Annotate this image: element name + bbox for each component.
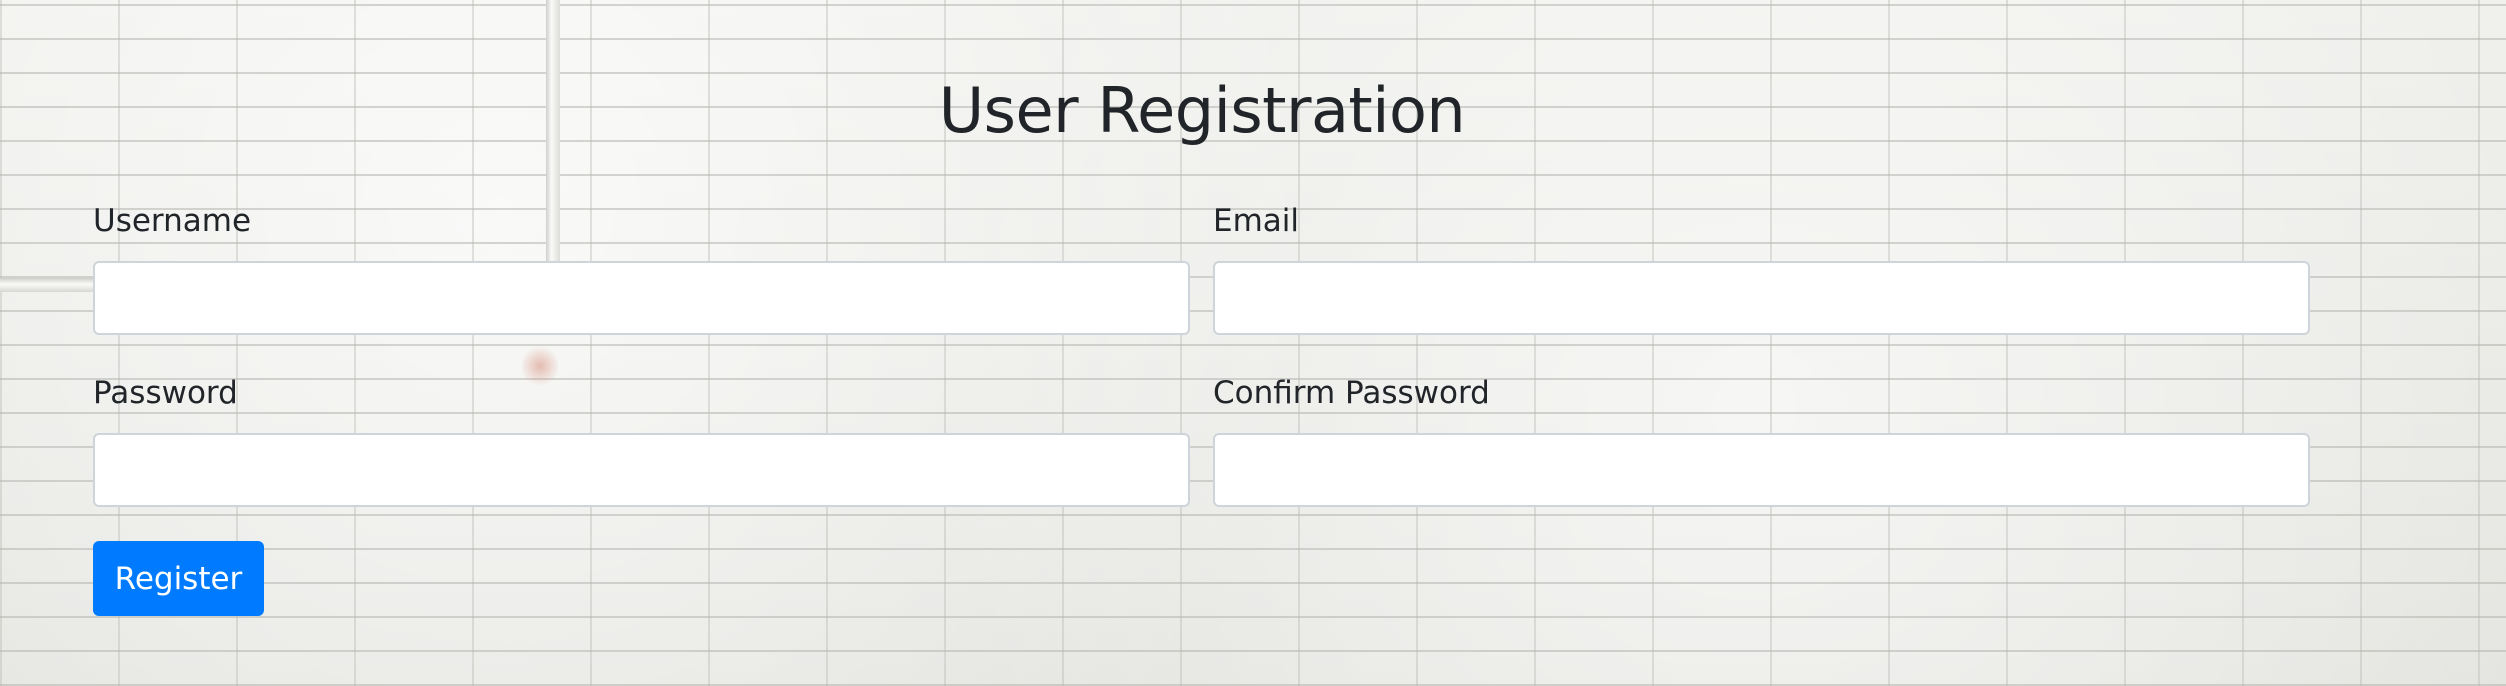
page-title: User Registration (938, 74, 1466, 147)
confirm-password-group: Confirm Password (1213, 373, 2310, 507)
background-pipe-horizontal (0, 278, 96, 292)
password-group: Password (93, 373, 1190, 507)
email-label: Email (1213, 203, 1300, 239)
confirm-password-label: Confirm Password (1213, 375, 1490, 411)
username-group: Username (93, 201, 1190, 335)
username-input[interactable] (93, 261, 1190, 335)
password-label: Password (93, 375, 238, 411)
password-input[interactable] (93, 433, 1190, 507)
confirm-password-input[interactable] (1213, 433, 2310, 507)
username-label: Username (93, 203, 252, 239)
email-input[interactable] (1213, 261, 2310, 335)
email-group: Email (1213, 201, 2310, 335)
register-button[interactable]: Register (93, 541, 264, 616)
